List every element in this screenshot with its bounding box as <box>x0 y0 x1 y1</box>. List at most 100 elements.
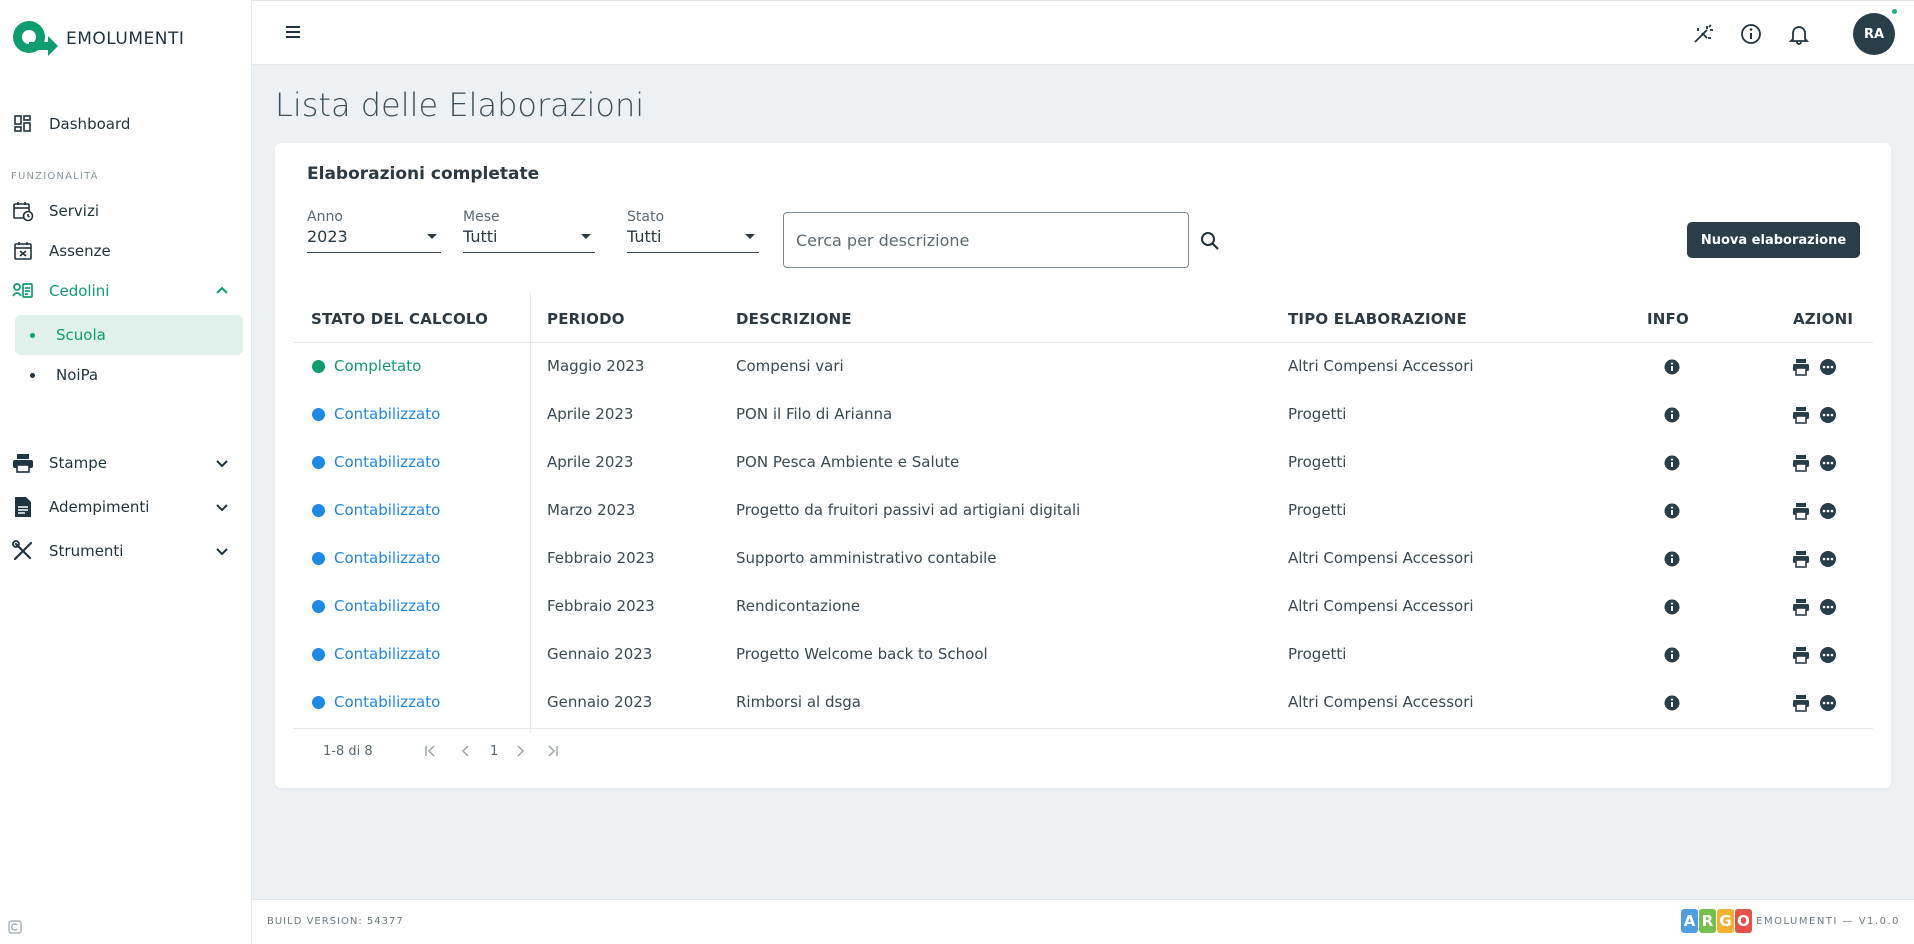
cell-tipo: Altri Compensi Accessori <box>1288 597 1474 615</box>
cell-tipo: Progetti <box>1288 405 1347 423</box>
status-link[interactable]: Contabilizzato <box>312 693 440 711</box>
more-options-icon[interactable] <box>1819 694 1837 712</box>
more-options-icon[interactable] <box>1819 550 1837 568</box>
table-row[interactable]: Contabilizzato Febbraio 2023 Supporto ammi… <box>293 535 1873 583</box>
user-avatar[interactable]: RA <box>1853 13 1895 55</box>
chevron-down-icon <box>216 504 228 512</box>
page-title: Lista delle Elaborazioni <box>275 86 645 124</box>
cell-tipo: Altri Compensi Accessori <box>1288 693 1474 711</box>
info-circle-icon[interactable] <box>1663 550 1681 568</box>
print-icon[interactable] <box>1792 646 1810 664</box>
table-row[interactable]: Contabilizzato Gennaio 2023 Progetto Welco… <box>293 631 1873 679</box>
stato-select[interactable]: Stato Tutti <box>627 209 759 253</box>
cell-descrizione: Progetto Welcome back to School <box>736 645 988 663</box>
more-options-icon[interactable] <box>1819 406 1837 424</box>
brand[interactable]: EMOLUMENTI <box>10 18 184 60</box>
info-circle-icon[interactable] <box>1663 454 1681 472</box>
more-options-icon[interactable] <box>1819 358 1837 376</box>
table-row[interactable]: Completato Maggio 2023 Compensi vari Altri … <box>293 343 1873 391</box>
table-row[interactable]: Contabilizzato Aprile 2023 PON Pesca Ambie… <box>293 439 1873 487</box>
print-icon[interactable] <box>1792 598 1810 616</box>
print-icon[interactable] <box>1792 694 1810 712</box>
nav-strumenti-label: Strumenti <box>49 542 124 560</box>
print-icon[interactable] <box>1792 502 1810 520</box>
info-circle-icon[interactable] <box>1663 598 1681 616</box>
more-options-icon[interactable] <box>1819 454 1837 472</box>
status-link[interactable]: Contabilizzato <box>312 549 440 567</box>
next-page-icon[interactable] <box>512 743 528 759</box>
nav-servizi-label: Servizi <box>49 202 100 220</box>
cell-tipo: Altri Compensi Accessori <box>1288 549 1474 567</box>
menu-icon[interactable] <box>284 23 302 41</box>
more-options-icon[interactable] <box>1819 598 1837 616</box>
more-options-icon[interactable] <box>1819 502 1837 520</box>
status-link[interactable]: Contabilizzato <box>312 501 440 519</box>
info-circle-icon[interactable] <box>1663 694 1681 712</box>
info-circle-icon[interactable] <box>1663 358 1681 376</box>
cell-tipo: Progetti <box>1288 501 1347 519</box>
cell-descrizione: Progetto da fruitori passivi ad artigian… <box>736 501 1081 519</box>
table-row[interactable]: Contabilizzato Febbraio 2023 Rendicontazio… <box>293 583 1873 631</box>
stato-label: Stato <box>627 209 665 225</box>
nav-assenze[interactable]: Assenze <box>0 233 252 269</box>
anno-value: 2023 <box>307 227 348 246</box>
print-icon[interactable] <box>1792 358 1810 376</box>
bullet-icon <box>30 372 35 378</box>
nav-dashboard-label: Dashboard <box>49 115 131 133</box>
tools-icon <box>12 540 34 562</box>
status-link[interactable]: Completato <box>312 357 421 375</box>
status-label: Contabilizzato <box>334 597 441 615</box>
print-icon[interactable] <box>1792 454 1810 472</box>
anno-select[interactable]: Anno 2023 <box>307 209 441 253</box>
nav-cedolini-scuola[interactable]: Scuola <box>15 315 243 355</box>
status-dot <box>312 551 325 565</box>
chevron-down-icon <box>216 460 228 468</box>
print-icon[interactable] <box>1792 406 1810 424</box>
search-input[interactable] <box>783 212 1189 268</box>
nav-cedolini[interactable]: Cedolini <box>0 273 252 309</box>
nav-stampe[interactable]: Stampe <box>0 445 252 481</box>
status-link[interactable]: Contabilizzato <box>312 405 440 423</box>
info-circle-icon[interactable] <box>1663 406 1681 424</box>
table-header: STATO DEL CALCOLO PERIODO DESCRIZIONE TI… <box>293 293 1873 343</box>
last-page-icon[interactable] <box>544 743 560 759</box>
header-info: INFO <box>1647 310 1689 328</box>
cell-tipo: Progetti <box>1288 645 1347 663</box>
elaborazioni-table: STATO DEL CALCOLO PERIODO DESCRIZIONE TI… <box>293 293 1873 733</box>
magic-wand-icon[interactable] <box>1692 23 1714 45</box>
table-row[interactable]: Contabilizzato Aprile 2023 PON il Filo di … <box>293 391 1873 439</box>
nav-cedolini-noipa[interactable]: NoiPa <box>15 355 243 395</box>
current-page[interactable]: 1 <box>490 744 498 759</box>
print-icon[interactable] <box>1792 550 1810 568</box>
cell-descrizione: Supporto amministrativo contabile <box>736 549 997 567</box>
cell-descrizione: Rimborsi al dsga <box>736 693 861 711</box>
card-title: Elaborazioni completate <box>307 164 540 184</box>
cell-descrizione: Compensi vari <box>736 357 844 375</box>
nav-servizi[interactable]: Servizi <box>0 193 252 229</box>
new-elaborazione-button[interactable]: Nuova elaborazione <box>1687 222 1860 258</box>
nav-dashboard[interactable]: Dashboard <box>0 106 252 142</box>
search-icon[interactable] <box>1199 230 1221 252</box>
build-version: BUILD VERSION: 54377 <box>267 916 404 927</box>
mese-select[interactable]: Mese Tutti <box>463 209 595 253</box>
more-options-icon[interactable] <box>1819 646 1837 664</box>
nav-noipa-label: NoiPa <box>56 366 99 384</box>
first-page-icon[interactable] <box>423 743 439 759</box>
table-row[interactable]: Contabilizzato Marzo 2023 Progetto da frui… <box>293 487 1873 535</box>
table-row[interactable]: Contabilizzato Gennaio 2023 Rimborsi al ds… <box>293 679 1873 727</box>
bell-icon[interactable] <box>1788 23 1810 45</box>
status-link[interactable]: Contabilizzato <box>312 645 440 663</box>
argo-letter: O <box>1735 909 1752 933</box>
status-link[interactable]: Contabilizzato <box>312 453 440 471</box>
cell-periodo: Gennaio 2023 <box>547 645 653 663</box>
info-icon[interactable] <box>1740 23 1762 45</box>
status-dot <box>312 503 325 517</box>
nav-adempimenti[interactable]: Adempimenti <box>0 489 252 525</box>
status-link[interactable]: Contabilizzato <box>312 597 440 615</box>
header-stato: STATO DEL CALCOLO <box>311 310 489 328</box>
info-circle-icon[interactable] <box>1663 502 1681 520</box>
prev-page-icon[interactable] <box>458 743 474 759</box>
info-circle-icon[interactable] <box>1663 646 1681 664</box>
nav-strumenti[interactable]: Strumenti <box>0 533 252 569</box>
status-dot <box>312 599 325 613</box>
